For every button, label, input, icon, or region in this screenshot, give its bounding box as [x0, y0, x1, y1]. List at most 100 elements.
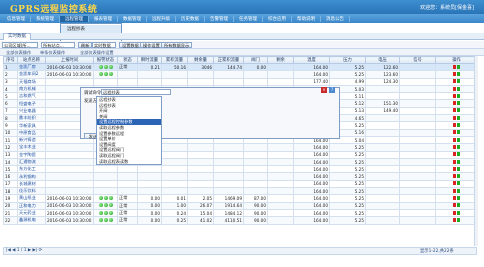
flag-green-icon[interactable]	[457, 101, 460, 106]
flag-red-icon[interactable]	[453, 217, 456, 222]
flag-red-icon[interactable]	[453, 210, 456, 215]
column-header[interactable]: 正累积流量	[213, 56, 244, 64]
flag-green-icon[interactable]	[457, 174, 460, 179]
flag-green-icon[interactable]	[457, 210, 460, 215]
column-header[interactable]: 状态	[117, 56, 138, 64]
flag-red-icon[interactable]	[453, 152, 456, 157]
column-header[interactable]: 报警状态	[93, 56, 118, 64]
flag-red-icon[interactable]	[453, 108, 456, 113]
flag-red-icon[interactable]	[453, 137, 456, 142]
menu-item[interactable]: 报表管理	[89, 15, 118, 22]
flag-green-icon[interactable]	[457, 79, 460, 84]
table-row[interactable]: 20 正和电力 2016-06-03 10:30:00 正常 0.00 1.00 26.07…	[3, 201, 478, 210]
flag-green-icon[interactable]	[457, 86, 460, 91]
column-header[interactable]: 阀门	[243, 56, 268, 64]
table-row[interactable]: 16 永利钢构 164.00 5.25	[3, 172, 478, 181]
station-select[interactable]: 所有站点...	[41, 42, 75, 48]
menu-item[interactable]: 告警管理	[205, 15, 234, 22]
flag-green-icon[interactable]	[457, 195, 460, 200]
column-header[interactable]: 压力	[329, 56, 366, 64]
flag-green-icon[interactable]	[457, 188, 460, 193]
flag-green-icon[interactable]	[457, 123, 460, 128]
flag-red-icon[interactable]	[453, 195, 456, 200]
help-icon[interactable]: ?	[329, 87, 335, 93]
flag-red-icon[interactable]	[453, 123, 456, 128]
flag-green-icon[interactable]	[457, 93, 460, 98]
flag-green-icon[interactable]	[457, 108, 460, 113]
close-icon[interactable]: ×	[321, 87, 327, 93]
pager-controls[interactable]: |◀ ◀ 1 / 1 ▶ ▶| ⟳	[6, 248, 42, 253]
flag-green-icon[interactable]	[457, 115, 460, 120]
flag-red-icon[interactable]	[453, 188, 456, 193]
flag-red-icon[interactable]	[453, 159, 456, 164]
flag-green-icon[interactable]	[457, 130, 460, 135]
flag-red-icon[interactable]	[453, 64, 456, 69]
menu-item[interactable]: 系统管理	[31, 15, 60, 22]
display-all-button[interactable]: 所有数据显示	[161, 42, 193, 48]
area-select[interactable]: 公司区域(所...	[2, 42, 38, 48]
command-select[interactable]: 远程抄表	[101, 89, 171, 95]
flag-red-icon[interactable]	[453, 101, 456, 106]
menu-item[interactable]: 远程升级	[147, 15, 176, 22]
column-header[interactable]: 序号	[3, 56, 18, 64]
menu-item[interactable]: 消息公告	[321, 15, 350, 22]
flag-green-icon[interactable]	[457, 71, 460, 76]
flag-green-icon[interactable]	[457, 203, 460, 208]
table-row[interactable]: 1 金凯厂房 2016-06-03 10:30:00 正常 0.21 50.16 3046 1…	[3, 62, 478, 72]
set-data-button[interactable]: 设置数据	[119, 42, 142, 48]
table-row[interactable]: 18 佳乐饮料 164.00 5.25	[3, 187, 478, 196]
table-row[interactable]: 21 天元药业 2016-06-03 10:30:00 正常 0.00 0.24 15.04…	[3, 208, 478, 218]
table-row[interactable]: 14 汇通物流 164.00 5.25	[3, 157, 478, 167]
menu-item[interactable]: 历史数据	[176, 15, 205, 22]
flag-red-icon[interactable]	[453, 144, 456, 149]
flag-green-icon[interactable]	[457, 64, 460, 69]
column-header[interactable]: 剩余	[267, 56, 294, 64]
flag-red-icon[interactable]	[453, 203, 456, 208]
action-settings-button[interactable]: 操作设置	[140, 42, 163, 48]
table-row[interactable]: 2 金凯车间2 2016-06-03 10:30:00 164.00 5.25 123.6…	[3, 70, 478, 79]
flag-green-icon[interactable]	[457, 152, 460, 157]
table-row[interactable]: 3 天福商场 177.40 4.99 124.30	[3, 77, 478, 86]
dropdown-item-remote-read[interactable]: 远程抄表	[61, 25, 121, 33]
tab-realtime[interactable]: 实时数据	[3, 33, 31, 40]
table-row[interactable]: 13 金宇陶瓷 164.00 5.25	[3, 150, 478, 159]
table-row[interactable]: 22 鑫源机电 2016-06-03 10:30:00 正常 0.00 0.25 41.02…	[3, 216, 478, 225]
flag-red-icon[interactable]	[453, 166, 456, 171]
menu-item[interactable]: 综合应用	[263, 15, 292, 22]
grid-scrollbar[interactable]	[474, 56, 478, 246]
column-header[interactable]: 温度	[293, 56, 330, 64]
mode-select[interactable]: 实时数据	[92, 42, 116, 48]
table-row[interactable]: 19 黄山纸业 2016-06-03 10:30:00 正常 0.00 0.01 2.05 1…	[3, 194, 478, 203]
flag-red-icon[interactable]	[453, 93, 456, 98]
column-header[interactable]: 站点名称	[17, 56, 46, 64]
menu-item[interactable]: 帮助说明	[292, 15, 321, 22]
column-header[interactable]: 累积流量	[161, 56, 188, 64]
flag-red-icon[interactable]	[453, 86, 456, 91]
column-header[interactable]: 电压	[365, 56, 400, 64]
menu-item[interactable]: 数据管理	[118, 15, 147, 22]
table-row[interactable]: 12 宝丰木业 164.00 5.25	[3, 143, 478, 152]
column-header[interactable]: 瞬时流量	[137, 56, 162, 64]
flag-green-icon[interactable]	[457, 166, 460, 171]
column-header[interactable]: 信号	[399, 56, 436, 64]
flag-red-icon[interactable]	[453, 181, 456, 186]
column-header[interactable]: 操作	[435, 56, 478, 64]
flag-green-icon[interactable]	[457, 144, 460, 149]
flag-red-icon[interactable]	[453, 130, 456, 135]
flag-green-icon[interactable]	[457, 217, 460, 222]
table-row[interactable]: 17 长城建材 164.00 5.25	[3, 179, 478, 189]
column-header[interactable]: 上报时间	[45, 56, 94, 64]
command-option[interactable]: 读取远程表读数	[97, 159, 161, 165]
flag-red-icon[interactable]	[453, 71, 456, 76]
flag-red-icon[interactable]	[453, 115, 456, 120]
refresh-button[interactable]: 刷新	[78, 42, 93, 48]
flag-red-icon[interactable]	[453, 79, 456, 84]
flag-green-icon[interactable]	[457, 181, 460, 186]
menu-item[interactable]: 任务管理	[234, 15, 263, 22]
menu-item[interactable]: 远程管理	[60, 15, 89, 22]
menu-item[interactable]: 信息管理	[2, 15, 31, 22]
flag-green-icon[interactable]	[457, 137, 460, 142]
flag-red-icon[interactable]	[453, 174, 456, 179]
table-row[interactable]: 15 东方化工 164.00 5.25	[3, 165, 478, 174]
column-header[interactable]: 剩余量	[187, 56, 214, 64]
